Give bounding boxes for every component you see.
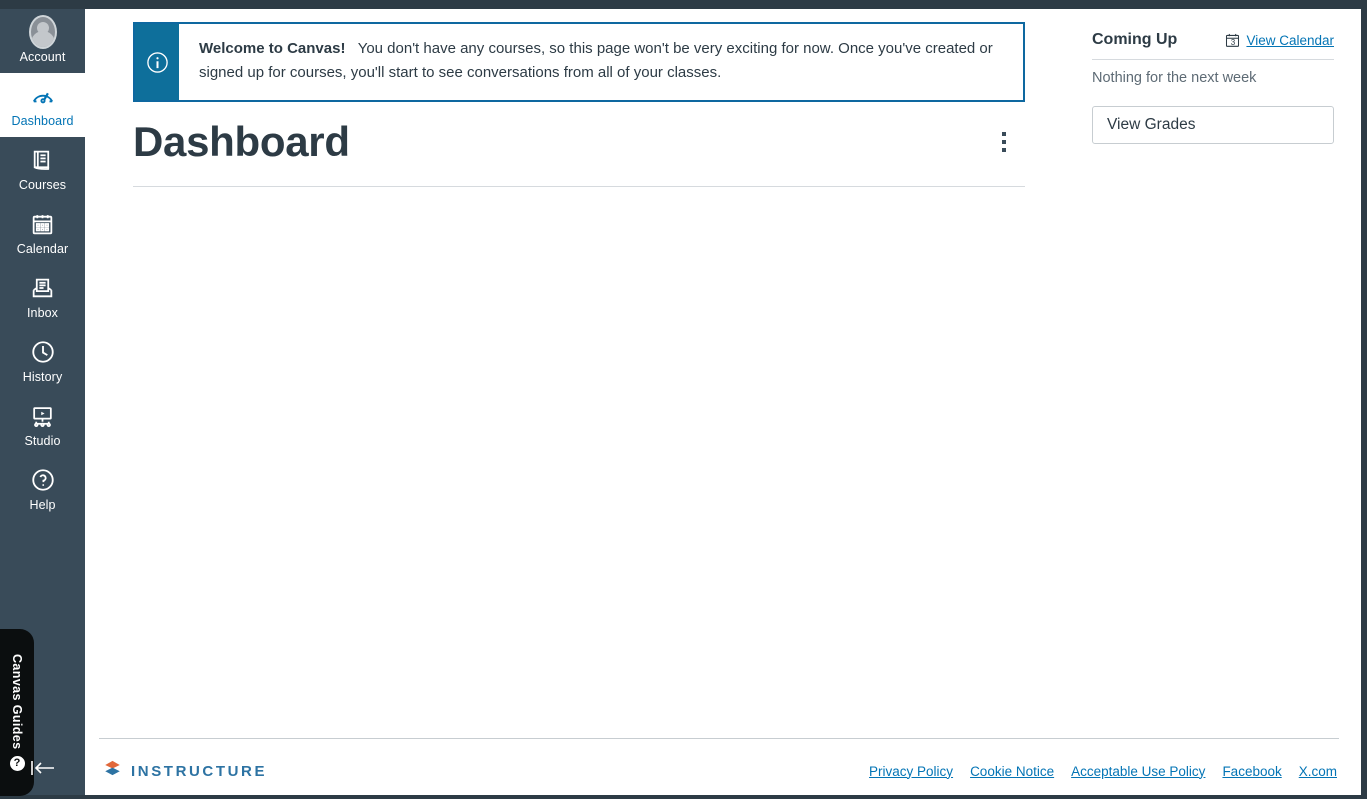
coming-up-title: Coming Up: [1092, 31, 1178, 48]
page-footer: INSTRUCTURE Privacy Policy Cookie Notice…: [99, 738, 1339, 783]
kebab-menu-icon[interactable]: [987, 125, 1021, 159]
nav-item-help-label: Help: [29, 498, 56, 512]
nav-collapse-button[interactable]: [0, 745, 85, 795]
nav-item-dashboard-label: Dashboard: [11, 114, 74, 128]
footer-link-facebook[interactable]: Facebook: [1222, 764, 1281, 779]
canvas-app-window: Account Dashboard Courses Calendar Inbox…: [0, 0, 1367, 799]
nav-item-help[interactable]: Help: [0, 457, 85, 521]
nav-item-account[interactable]: Account: [0, 9, 85, 73]
welcome-alert-heading: Welcome to Canvas!: [199, 40, 346, 57]
inbox-tray-icon: [29, 274, 57, 302]
history-clock-icon: [29, 338, 57, 366]
dashboard-header: Dashboard: [133, 116, 1025, 187]
right-sidebar: Coming Up 3 View Calendar Nothing for th…: [1092, 31, 1334, 144]
welcome-alert-text: Welcome to Canvas! You don't have any co…: [179, 24, 1023, 100]
calendar-small-icon: 3: [1225, 33, 1240, 48]
calendar-icon: [29, 210, 57, 238]
footer-links: Privacy Policy Cookie Notice Acceptable …: [869, 764, 1339, 779]
canvas-guides-label: Canvas Guides: [10, 653, 24, 750]
nav-item-account-label: Account: [19, 50, 66, 64]
nav-item-dashboard[interactable]: Dashboard: [0, 73, 85, 137]
nav-item-calendar-label: Calendar: [16, 242, 69, 256]
info-icon: [135, 24, 179, 100]
studio-screen-icon: [29, 402, 57, 430]
nav-item-history[interactable]: History: [0, 329, 85, 393]
help-question-icon: [29, 466, 57, 494]
nav-item-courses-label: Courses: [18, 178, 67, 192]
main-content-area: Welcome to Canvas! You don't have any co…: [85, 9, 1361, 795]
welcome-alert-banner: Welcome to Canvas! You don't have any co…: [133, 22, 1025, 102]
footer-link-privacy-policy[interactable]: Privacy Policy: [869, 764, 953, 779]
dashboard-gauge-icon: [29, 82, 57, 110]
page-title: Dashboard: [133, 118, 350, 165]
global-navigation-sidebar: Account Dashboard Courses Calendar Inbox…: [0, 9, 85, 796]
collapse-arrow-icon: [28, 756, 58, 785]
instructure-logo: INSTRUCTURE: [99, 759, 267, 783]
nav-item-inbox-label: Inbox: [26, 306, 59, 320]
footer-link-acceptable-use-policy[interactable]: Acceptable Use Policy: [1071, 764, 1205, 779]
nav-item-calendar[interactable]: Calendar: [0, 201, 85, 265]
nav-item-studio[interactable]: Studio: [0, 393, 85, 457]
nav-item-inbox[interactable]: Inbox: [0, 265, 85, 329]
footer-link-cookie-notice[interactable]: Cookie Notice: [970, 764, 1054, 779]
nav-item-history-label: History: [22, 370, 63, 384]
view-grades-button[interactable]: View Grades: [1092, 106, 1334, 144]
view-calendar-link[interactable]: 3 View Calendar: [1225, 33, 1334, 48]
footer-link-xcom[interactable]: X.com: [1299, 764, 1337, 779]
nav-item-studio-label: Studio: [24, 434, 61, 448]
instructure-mark-icon: [103, 759, 122, 783]
instructure-wordmark: INSTRUCTURE: [131, 762, 268, 780]
coming-up-header: Coming Up 3 View Calendar: [1092, 31, 1334, 60]
courses-book-icon: [29, 146, 57, 174]
calendar-icon-day: 3: [1230, 37, 1236, 47]
avatar-icon: [28, 15, 57, 49]
coming-up-empty-text: Nothing for the next week: [1092, 70, 1257, 86]
view-calendar-label: View Calendar: [1246, 32, 1334, 48]
nav-item-courses[interactable]: Courses: [0, 137, 85, 201]
